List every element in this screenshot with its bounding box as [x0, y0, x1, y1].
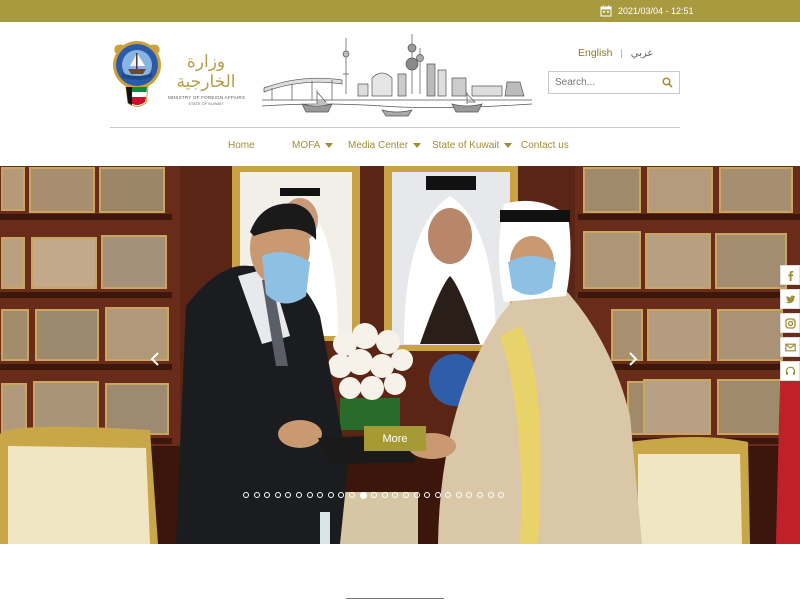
ministry-logo-arabic: وزارة الخارجية — [176, 52, 236, 92]
nav-item-label: Contact us — [521, 140, 569, 151]
top-bar: 2021/03/04 - 12:51 — [0, 0, 800, 22]
chevron-down-icon — [413, 143, 422, 148]
slider-dot[interactable] — [424, 492, 431, 498]
chevron-right-icon[interactable] — [628, 352, 638, 366]
datetime-text: 2021/03/04 - 12:51 — [618, 6, 694, 16]
slider-dot-active[interactable] — [359, 491, 367, 499]
slider-pagination — [243, 491, 505, 500]
slider-dot[interactable] — [498, 492, 505, 498]
slider-dot[interactable] — [295, 492, 302, 498]
datetime-display: 2021/03/04 - 12:51 — [600, 3, 694, 19]
chevron-left-icon[interactable] — [150, 352, 160, 366]
twitter-button[interactable] — [780, 289, 800, 309]
language-separator: | — [620, 48, 623, 58]
slider-dot[interactable] — [306, 492, 313, 498]
section-divider — [346, 598, 444, 599]
facebook-button[interactable] — [780, 265, 800, 285]
chevron-down-icon — [504, 143, 513, 148]
twitter-icon — [785, 295, 795, 303]
instagram-icon — [784, 317, 796, 329]
slider-dot[interactable] — [413, 492, 420, 498]
language-arabic-link[interactable]: عربي — [631, 48, 654, 59]
nav-item-label: MOFA — [292, 140, 321, 151]
chevron-down-icon — [325, 143, 334, 148]
slider-dot[interactable] — [392, 492, 399, 498]
slider-dot[interactable] — [285, 492, 292, 498]
search-icon[interactable] — [662, 77, 673, 88]
ministry-logo[interactable]: وزارة الخارجية MINISTRY OF FOREIGN AFFAI… — [168, 52, 245, 106]
slider-dot[interactable] — [338, 492, 345, 498]
more-button[interactable]: More — [364, 426, 426, 451]
nav-item-mofa[interactable]: MOFA — [292, 140, 334, 151]
email-button[interactable] — [780, 337, 800, 357]
slider-dot[interactable] — [264, 492, 271, 498]
nav-item-label: State of Kuwait — [432, 140, 500, 151]
slider-dot[interactable] — [253, 492, 260, 498]
slider-dot[interactable] — [402, 492, 409, 498]
slider-dot[interactable] — [348, 492, 355, 498]
slider-dot[interactable] — [274, 492, 281, 498]
kuwait-skyline-illustration — [262, 34, 532, 117]
ministry-logo-country: STATE OF KUWAIT — [188, 101, 224, 106]
slider-dot[interactable] — [445, 492, 452, 498]
nav-item-home[interactable]: Home — [228, 140, 255, 151]
social-sidebar — [780, 265, 800, 385]
search-box — [548, 71, 680, 94]
slider-dot[interactable] — [317, 492, 324, 498]
nav-item-media-center[interactable]: Media Center — [348, 140, 422, 151]
nav-item-label: Media Center — [348, 140, 409, 151]
search-input[interactable] — [549, 73, 659, 92]
support-button[interactable] — [780, 361, 800, 381]
facebook-icon — [787, 270, 793, 281]
main-nav: Home MOFA Media Center State of Kuwait C… — [0, 128, 800, 166]
language-switcher: English | عربي — [578, 47, 653, 59]
headset-icon — [785, 366, 795, 375]
nav-item-contact-us[interactable]: Contact us — [521, 140, 569, 151]
site-header: وزارة الخارجية MINISTRY OF FOREIGN AFFAI… — [0, 22, 800, 128]
slider-dot[interactable] — [381, 492, 388, 498]
calendar-icon — [600, 5, 612, 17]
instagram-button[interactable] — [780, 313, 800, 333]
slider-dot[interactable] — [434, 492, 441, 498]
hero-slide-image — [0, 166, 800, 544]
nav-item-label: Home — [228, 140, 255, 151]
slider-dot[interactable] — [487, 492, 494, 498]
slider-dot[interactable] — [466, 492, 473, 498]
ministry-logo-english: MINISTRY OF FOREIGN AFFAIRS — [168, 95, 246, 100]
slider-dot[interactable] — [371, 492, 378, 498]
email-icon — [784, 343, 796, 351]
slider-dot[interactable] — [455, 492, 462, 498]
hero-slider: More — [0, 166, 800, 544]
slider-dot[interactable] — [327, 492, 334, 498]
slider-dot[interactable] — [243, 492, 249, 498]
slider-dot[interactable] — [477, 492, 484, 498]
kuwait-emblem-logo[interactable] — [110, 39, 164, 111]
nav-item-state-of-kuwait[interactable]: State of Kuwait — [432, 140, 513, 151]
language-english-link[interactable]: English — [578, 47, 612, 59]
